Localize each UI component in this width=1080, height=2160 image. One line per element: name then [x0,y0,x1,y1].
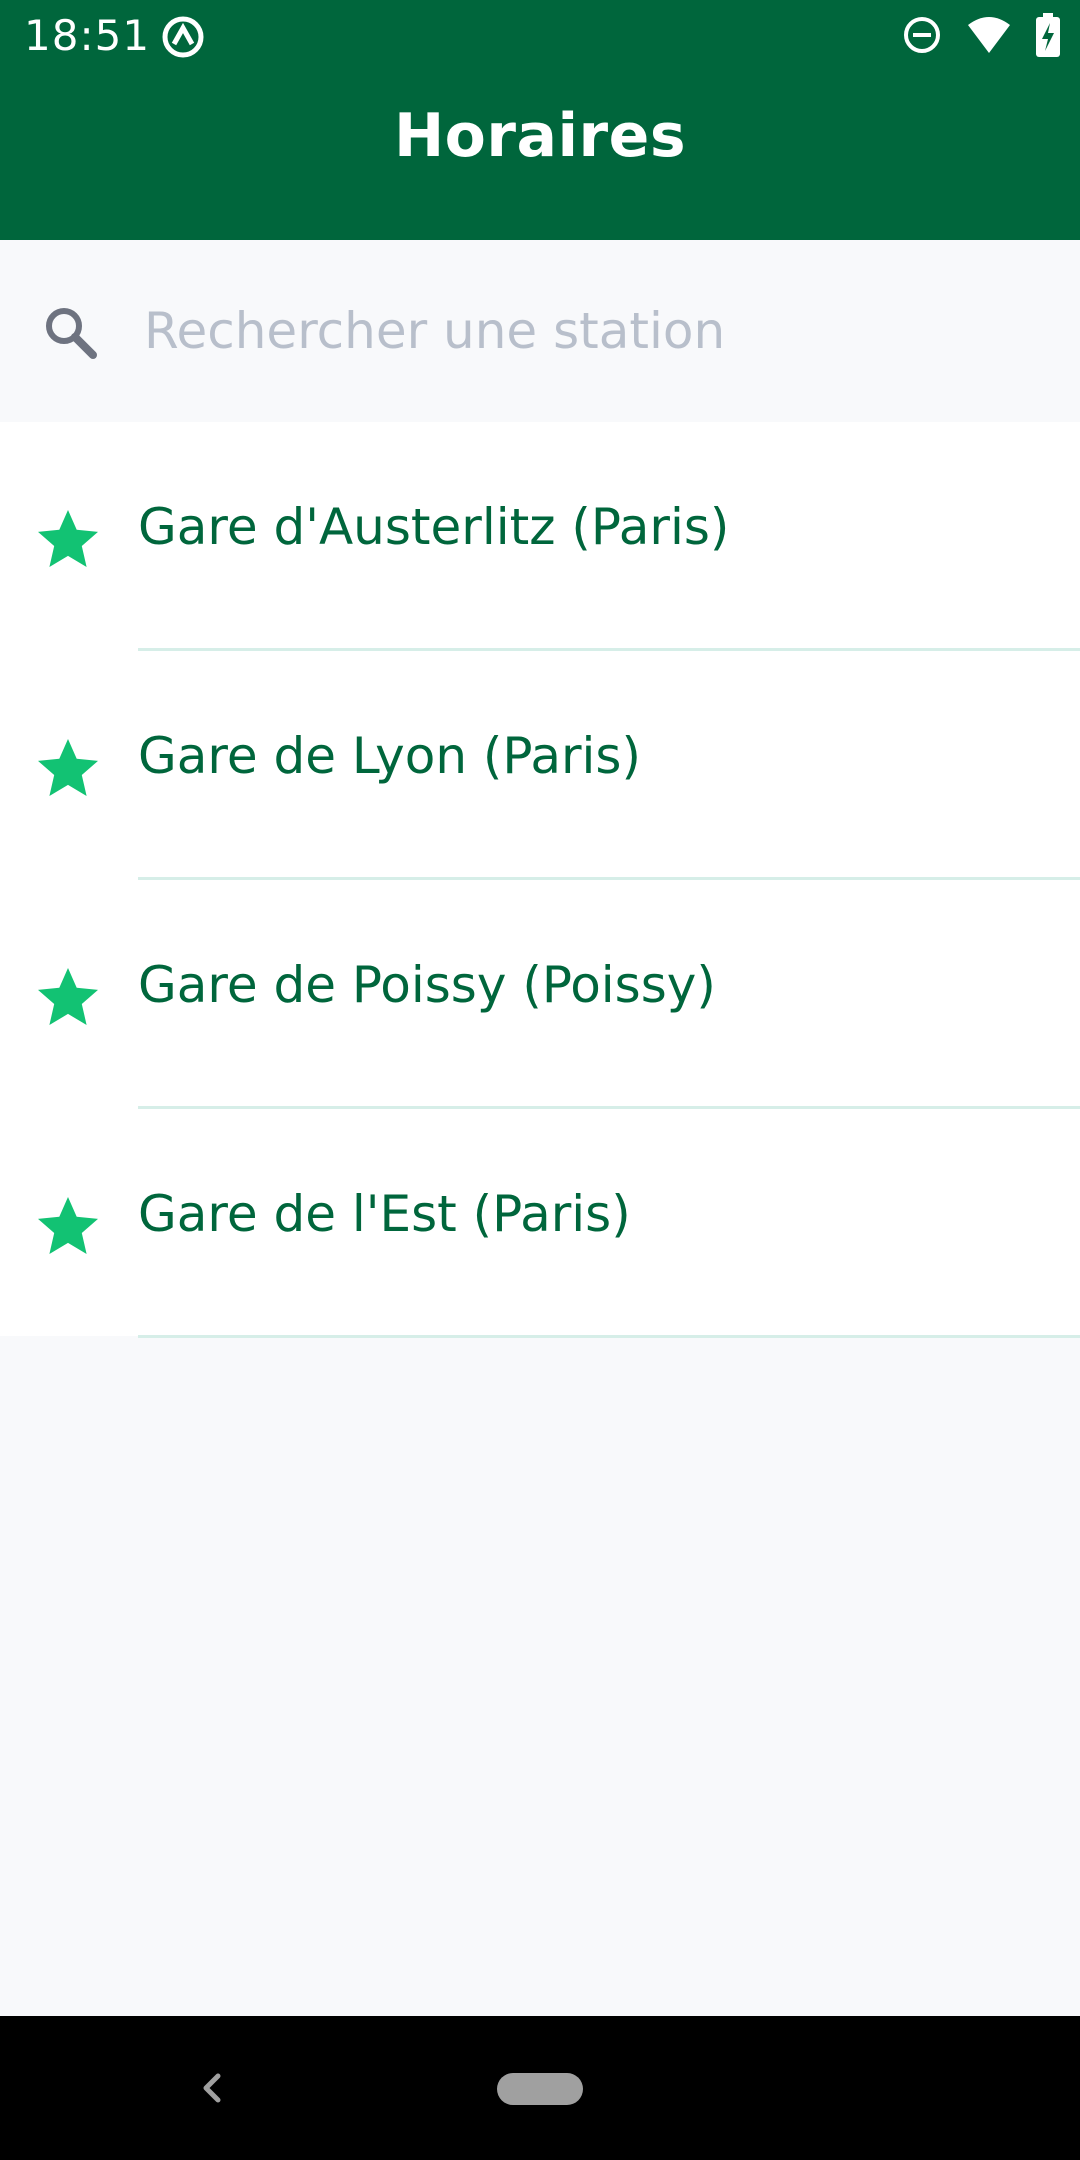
navigation-bar [0,2016,1080,2160]
page-title: Horaires [393,101,687,171]
back-icon[interactable] [190,2056,230,2120]
status-bar: 18:51 [0,0,1080,72]
status-time: 18:51 [24,11,151,60]
app-bar: Horaires [0,72,1080,240]
status-icons [902,12,1060,62]
list-item[interactable]: Gare de Poissy (Poissy) [0,880,1080,1109]
list-item[interactable]: Gare de l'Est (Paris) [0,1109,1080,1338]
search-bar[interactable] [0,240,1080,422]
star-icon[interactable] [32,733,104,805]
station-label: Gare de Poissy (Poissy) [138,956,716,1014]
do-not-disturb-icon [902,15,942,60]
battery-charging-icon [1036,12,1060,62]
search-input[interactable] [144,296,1024,366]
list-item[interactable]: Gare de Lyon (Paris) [0,651,1080,880]
wifi-icon [966,15,1012,60]
list-item[interactable]: Gare d'Austerlitz (Paris) [0,422,1080,651]
star-icon[interactable] [32,1191,104,1263]
app-notification-icon [160,14,206,60]
divider [138,1335,1080,1338]
station-label: Gare d'Austerlitz (Paris) [138,498,730,556]
star-icon[interactable] [32,962,104,1034]
search-icon [40,302,100,362]
home-button[interactable] [497,2073,583,2105]
station-list: Gare d'Austerlitz (Paris) Gare de Lyon (… [0,422,1080,1338]
station-label: Gare de Lyon (Paris) [138,727,641,785]
station-label: Gare de l'Est (Paris) [138,1185,631,1243]
star-icon[interactable] [32,504,104,576]
